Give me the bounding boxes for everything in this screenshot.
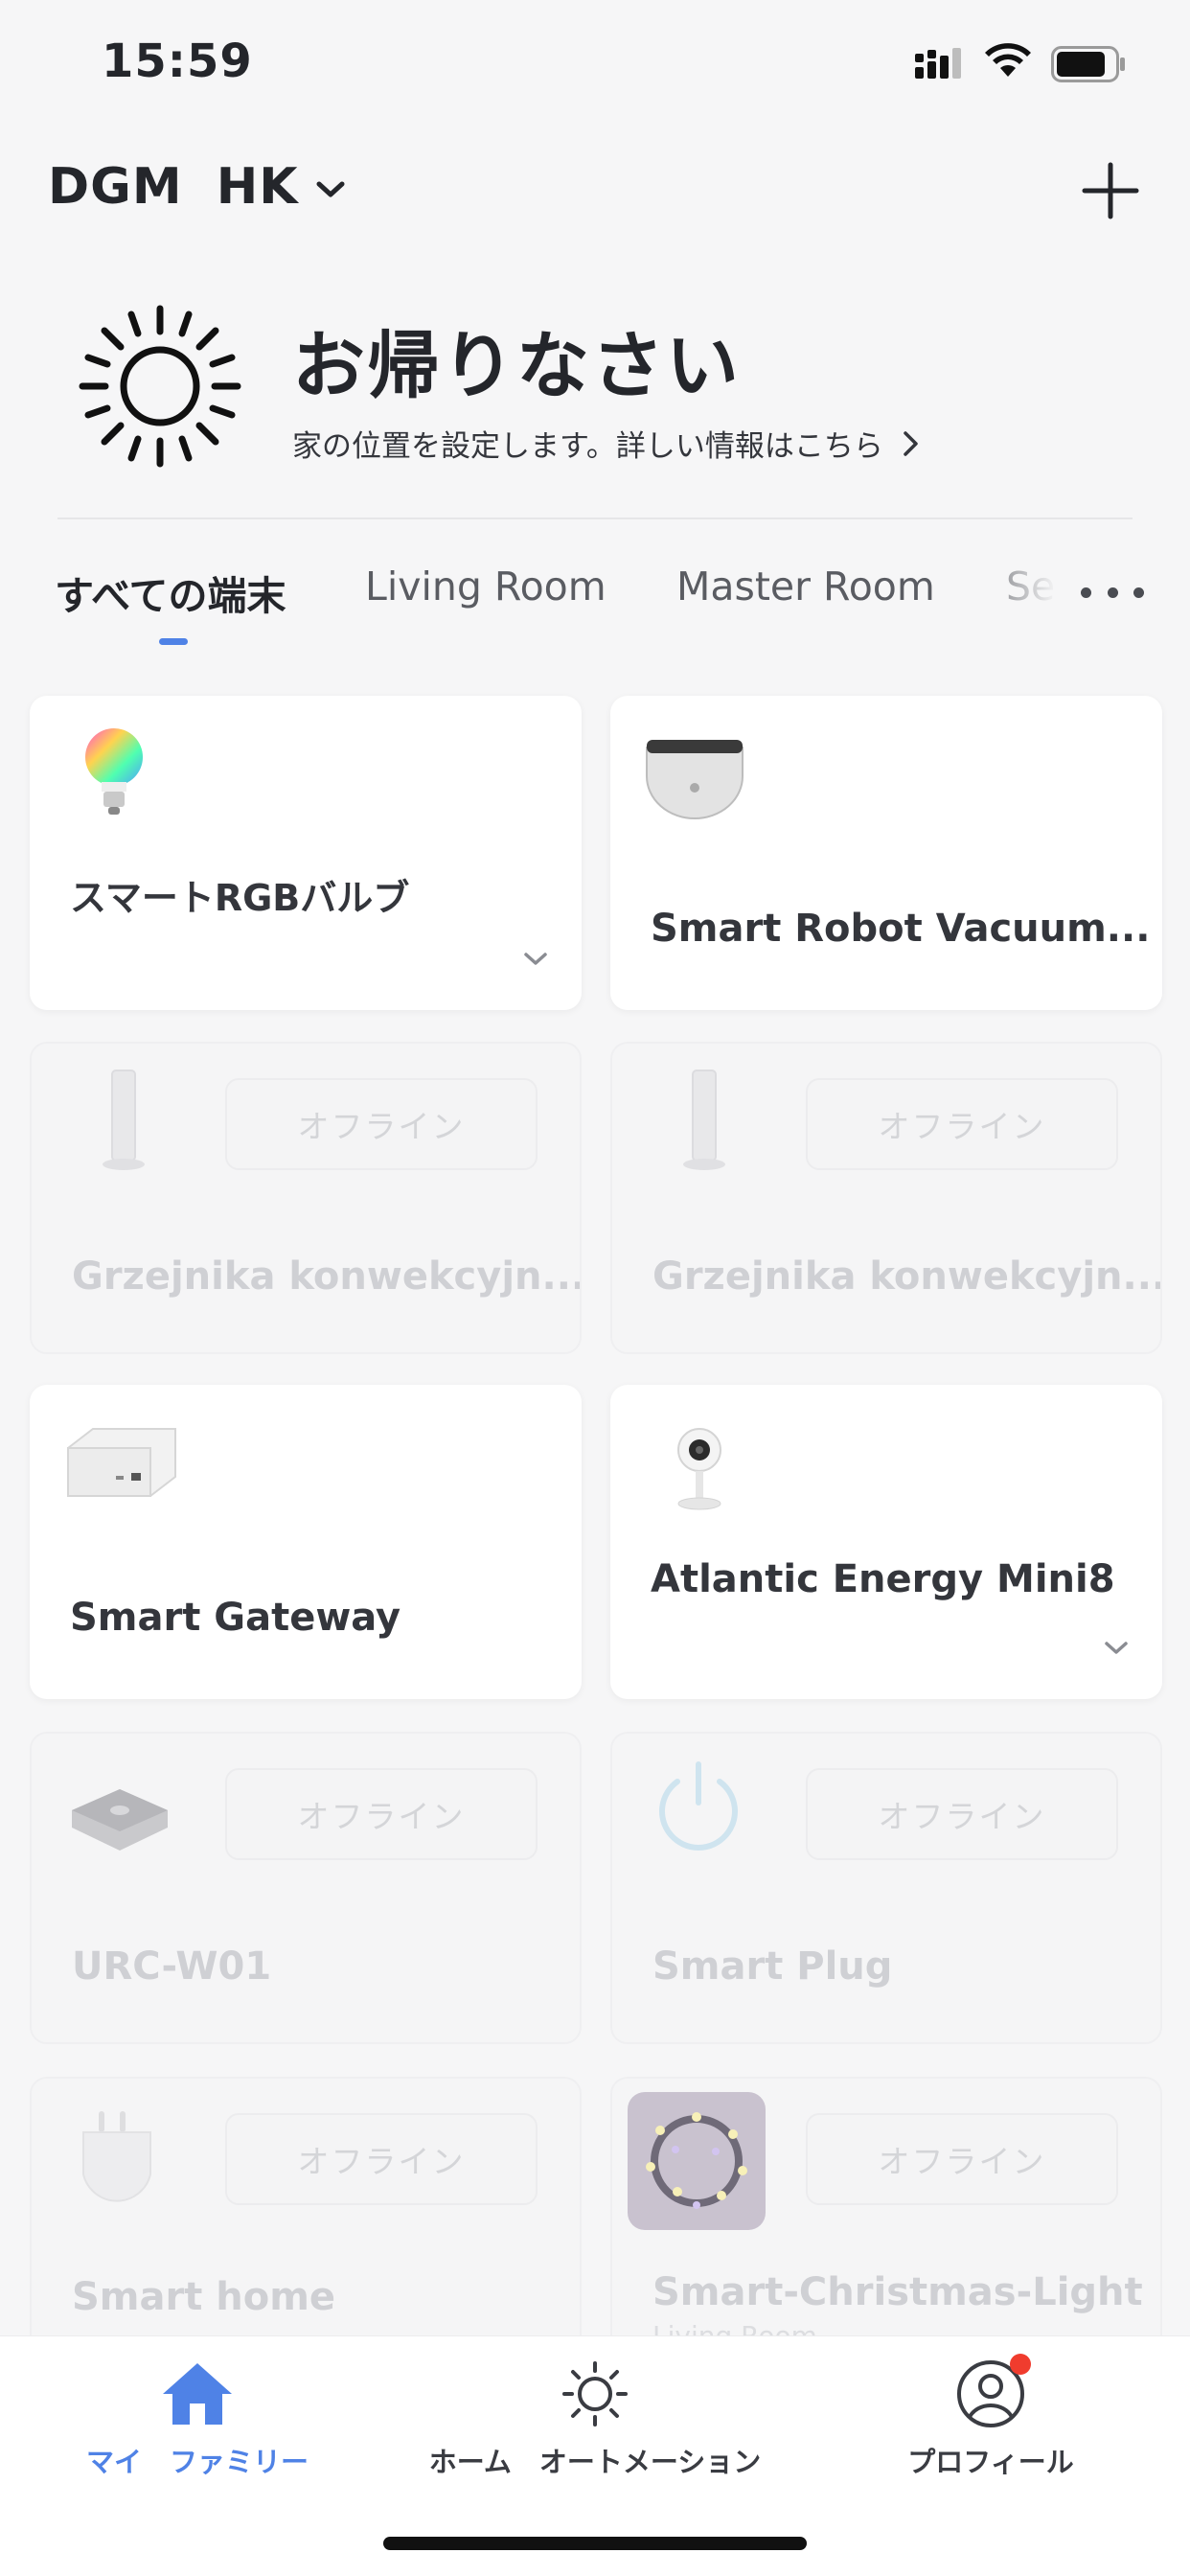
battery-icon: [1051, 46, 1125, 82]
gateway-icon: [67, 1428, 176, 1497]
device-card-offline[interactable]: オフライン URC-W01: [30, 1732, 582, 2044]
device-name: Smart Plug: [652, 1944, 893, 1989]
nav-label: プロフィール: [907, 2446, 1074, 2478]
status-time: 15:59: [102, 34, 253, 88]
device-name: Grzejnika konwekcyjn...: [652, 1254, 1162, 1299]
home-name: DGM HK: [48, 158, 299, 216]
sun-icon: [79, 305, 241, 468]
device-card[interactable]: Smart Gateway: [30, 1385, 582, 1699]
plug-icon: [82, 2111, 151, 2202]
expand-chevron-icon[interactable]: [516, 947, 555, 972]
nav-my-family[interactable]: マイ ファミリー: [84, 2359, 310, 2480]
offline-badge: オフライン: [806, 2113, 1118, 2205]
home-selector[interactable]: DGM HK: [48, 158, 345, 216]
device-card[interactable]: Atlantic Energy Mini8: [610, 1385, 1162, 1699]
welcome-subtitle: 家の位置を設定します。詳しい情報はこちら: [292, 429, 883, 464]
nav-label: ホーム オートメーション: [428, 2446, 762, 2478]
notification-badge: [1010, 2354, 1031, 2375]
home-indicator: [383, 2537, 807, 2550]
device-card[interactable]: Smart Robot Vacuum...: [610, 696, 1162, 1010]
device-card-offline[interactable]: オフライン Grzejnika konwekcyjn...: [30, 1042, 582, 1354]
cellular-icon: [915, 48, 961, 79]
device-name: URC-W01: [72, 1944, 272, 1989]
tab-master-room[interactable]: Master Room: [676, 564, 935, 610]
expand-chevron-icon[interactable]: [1097, 1636, 1135, 1661]
camera-icon: [677, 1428, 721, 1510]
convector-heater-icon: [683, 1070, 725, 1170]
nav-label: マイ ファミリー: [85, 2446, 309, 2478]
rgb-bulb-icon: [85, 728, 143, 815]
device-card-offline[interactable]: オフライン Smart Plug: [610, 1732, 1162, 2044]
sun-icon: [562, 2361, 628, 2426]
device-name: Smart Gateway: [70, 1596, 401, 1640]
welcome-title: お帰りなさい: [292, 323, 741, 408]
ir-remote-hub-icon: [72, 1789, 168, 1851]
offline-badge: オフライン: [225, 1768, 538, 1860]
convector-heater-icon: [103, 1070, 145, 1170]
device-card[interactable]: スマートRGBバルブ: [30, 696, 582, 1010]
robot-vacuum-icon: [646, 740, 744, 819]
offline-badge: オフライン: [806, 1078, 1118, 1170]
tab-all-devices[interactable]: すべての端末: [55, 564, 286, 621]
device-name: Atlantic Energy Mini8: [651, 1557, 1115, 1601]
device-name: Smart Robot Vacuum...: [651, 907, 1151, 951]
more-dots-icon: [1081, 586, 1091, 598]
device-name: Grzejnika konwekcyjn...: [72, 1254, 582, 1299]
status-bar: 15:59: [0, 0, 1190, 125]
device-name: Smart home: [72, 2275, 336, 2319]
wifi-icon: [985, 43, 1031, 77]
tab-living-room[interactable]: Living Room: [365, 564, 606, 610]
device-name: Smart-Christmas-Light: [652, 2270, 1143, 2314]
nav-home-automation[interactable]: ホーム オートメーション: [427, 2359, 763, 2480]
offline-badge: オフライン: [225, 2113, 538, 2205]
room-tabs: すべての端末 Living Room Master Room Se: [55, 564, 1061, 650]
chevron-right-icon: [904, 430, 918, 456]
more-tabs-button[interactable]: [1081, 575, 1144, 610]
set-location-link[interactable]: 家の位置を設定します。詳しい情報はこちら: [292, 422, 920, 465]
plus-icon: [1082, 162, 1139, 219]
house-icon: [163, 2363, 232, 2425]
power-icon: [659, 1761, 738, 1851]
device-name: スマートRGBバルブ: [70, 877, 410, 919]
divider: [57, 518, 1133, 519]
nav-profile[interactable]: プロフィール: [889, 2354, 1092, 2480]
offline-badge: オフライン: [225, 1078, 538, 1170]
chevron-down-icon: [316, 181, 345, 197]
device-card-offline[interactable]: オフライン Grzejnika konwekcyjn...: [610, 1042, 1162, 1354]
tab-fade: [965, 564, 1061, 640]
offline-badge: オフライン: [806, 1768, 1118, 1860]
add-device-button[interactable]: [1081, 161, 1140, 220]
christmas-lights-icon: [628, 2092, 766, 2230]
tab-active-indicator: [159, 638, 188, 645]
